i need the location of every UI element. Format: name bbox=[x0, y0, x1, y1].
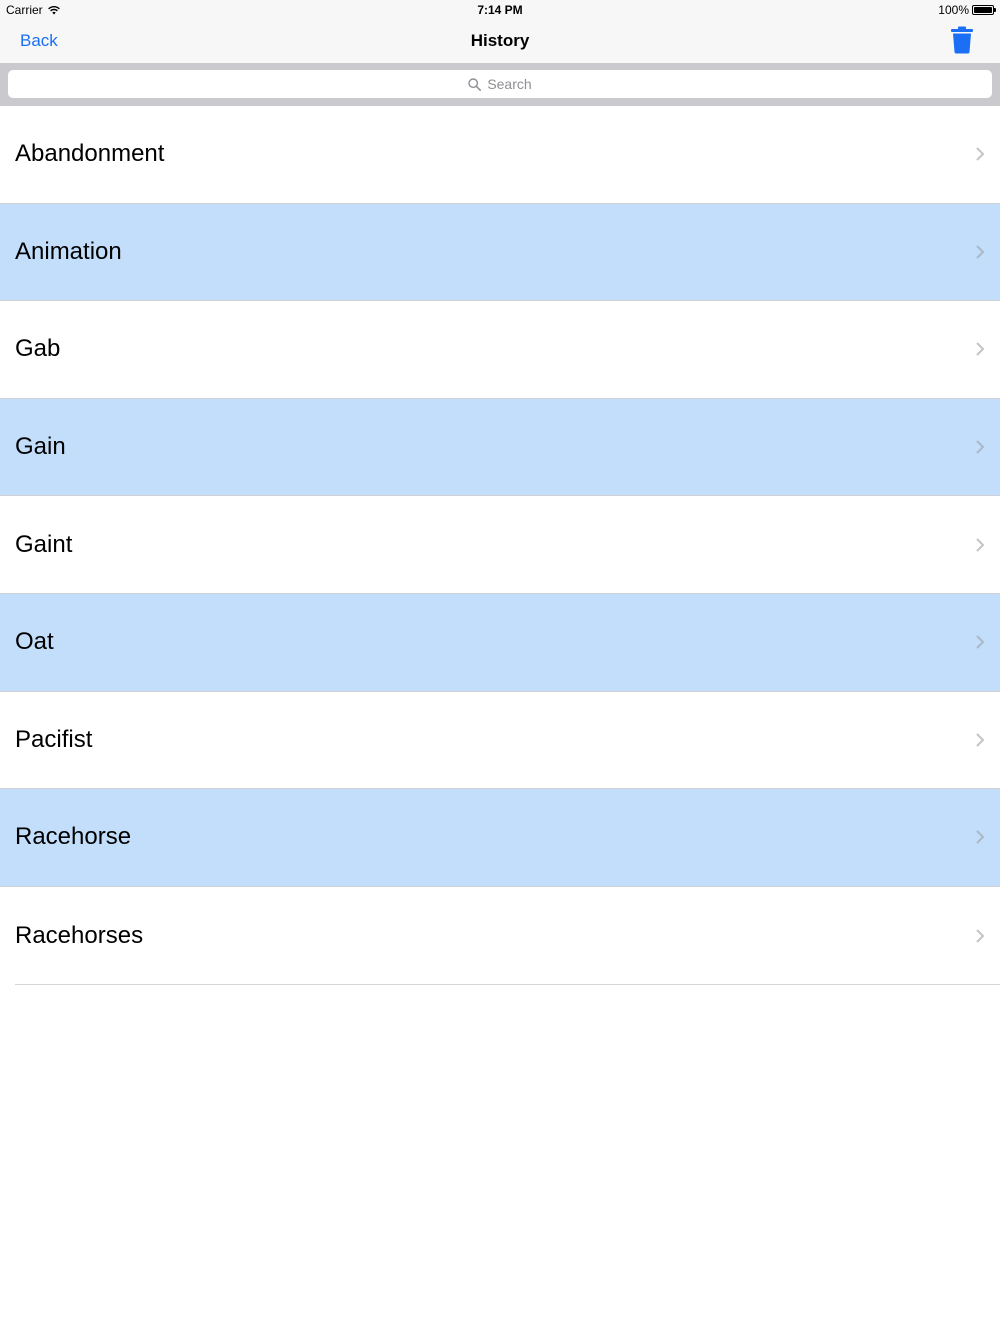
history-row[interactable]: Racehorses bbox=[0, 887, 1000, 985]
history-row[interactable]: Gaint bbox=[0, 496, 1000, 594]
chevron-right-icon bbox=[976, 537, 985, 552]
list-divider bbox=[15, 984, 1000, 986]
history-row[interactable]: Racehorse bbox=[0, 789, 1000, 887]
battery-icon bbox=[972, 5, 996, 15]
trash-icon bbox=[951, 26, 973, 54]
clear-history-button[interactable] bbox=[950, 26, 974, 54]
battery-percent: 100% bbox=[938, 3, 969, 17]
search-icon bbox=[468, 77, 482, 91]
history-row-label: Oat bbox=[15, 628, 54, 656]
history-row[interactable]: Animation bbox=[0, 203, 1000, 302]
history-row-label: Gain bbox=[15, 433, 66, 461]
history-row[interactable]: Gab bbox=[0, 301, 1000, 399]
chevron-right-icon bbox=[976, 928, 985, 943]
history-row-label: Gaint bbox=[15, 530, 73, 558]
navigation-bar: Back History bbox=[0, 20, 1000, 63]
history-row-label: Animation bbox=[15, 237, 122, 265]
page-title: History bbox=[470, 31, 530, 50]
history-row-label: Abandonment bbox=[15, 140, 165, 168]
search-input[interactable]: Search bbox=[8, 70, 992, 98]
history-list: Abandonment Animation Gab Gain Gaint Oat… bbox=[0, 106, 1000, 986]
history-row[interactable]: Abandonment bbox=[0, 106, 1000, 204]
chevron-right-icon bbox=[976, 830, 985, 845]
history-row[interactable]: Pacifist bbox=[0, 692, 1000, 790]
history-row[interactable]: Gain bbox=[0, 398, 1000, 497]
history-row-label: Pacifist bbox=[15, 725, 93, 753]
status-bar: Carrier 7:14 PM 100% bbox=[0, 0, 1000, 20]
chevron-right-icon bbox=[976, 245, 985, 259]
chevron-right-icon bbox=[976, 147, 985, 162]
search-placeholder: Search bbox=[487, 76, 532, 92]
battery-fill bbox=[974, 7, 992, 13]
chevron-right-icon bbox=[976, 733, 985, 747]
chevron-right-icon bbox=[976, 635, 985, 649]
history-row-label: Racehorses bbox=[15, 921, 144, 949]
search-bar: Search bbox=[0, 63, 1000, 106]
status-right: 100% bbox=[938, 3, 996, 17]
history-row[interactable]: Oat bbox=[0, 593, 1000, 692]
history-row-label: Racehorse bbox=[15, 823, 132, 851]
status-time: 7:14 PM bbox=[477, 3, 523, 17]
history-row-label: Gab bbox=[15, 335, 61, 363]
chevron-right-icon bbox=[976, 342, 985, 357]
chevron-right-icon bbox=[976, 440, 985, 454]
